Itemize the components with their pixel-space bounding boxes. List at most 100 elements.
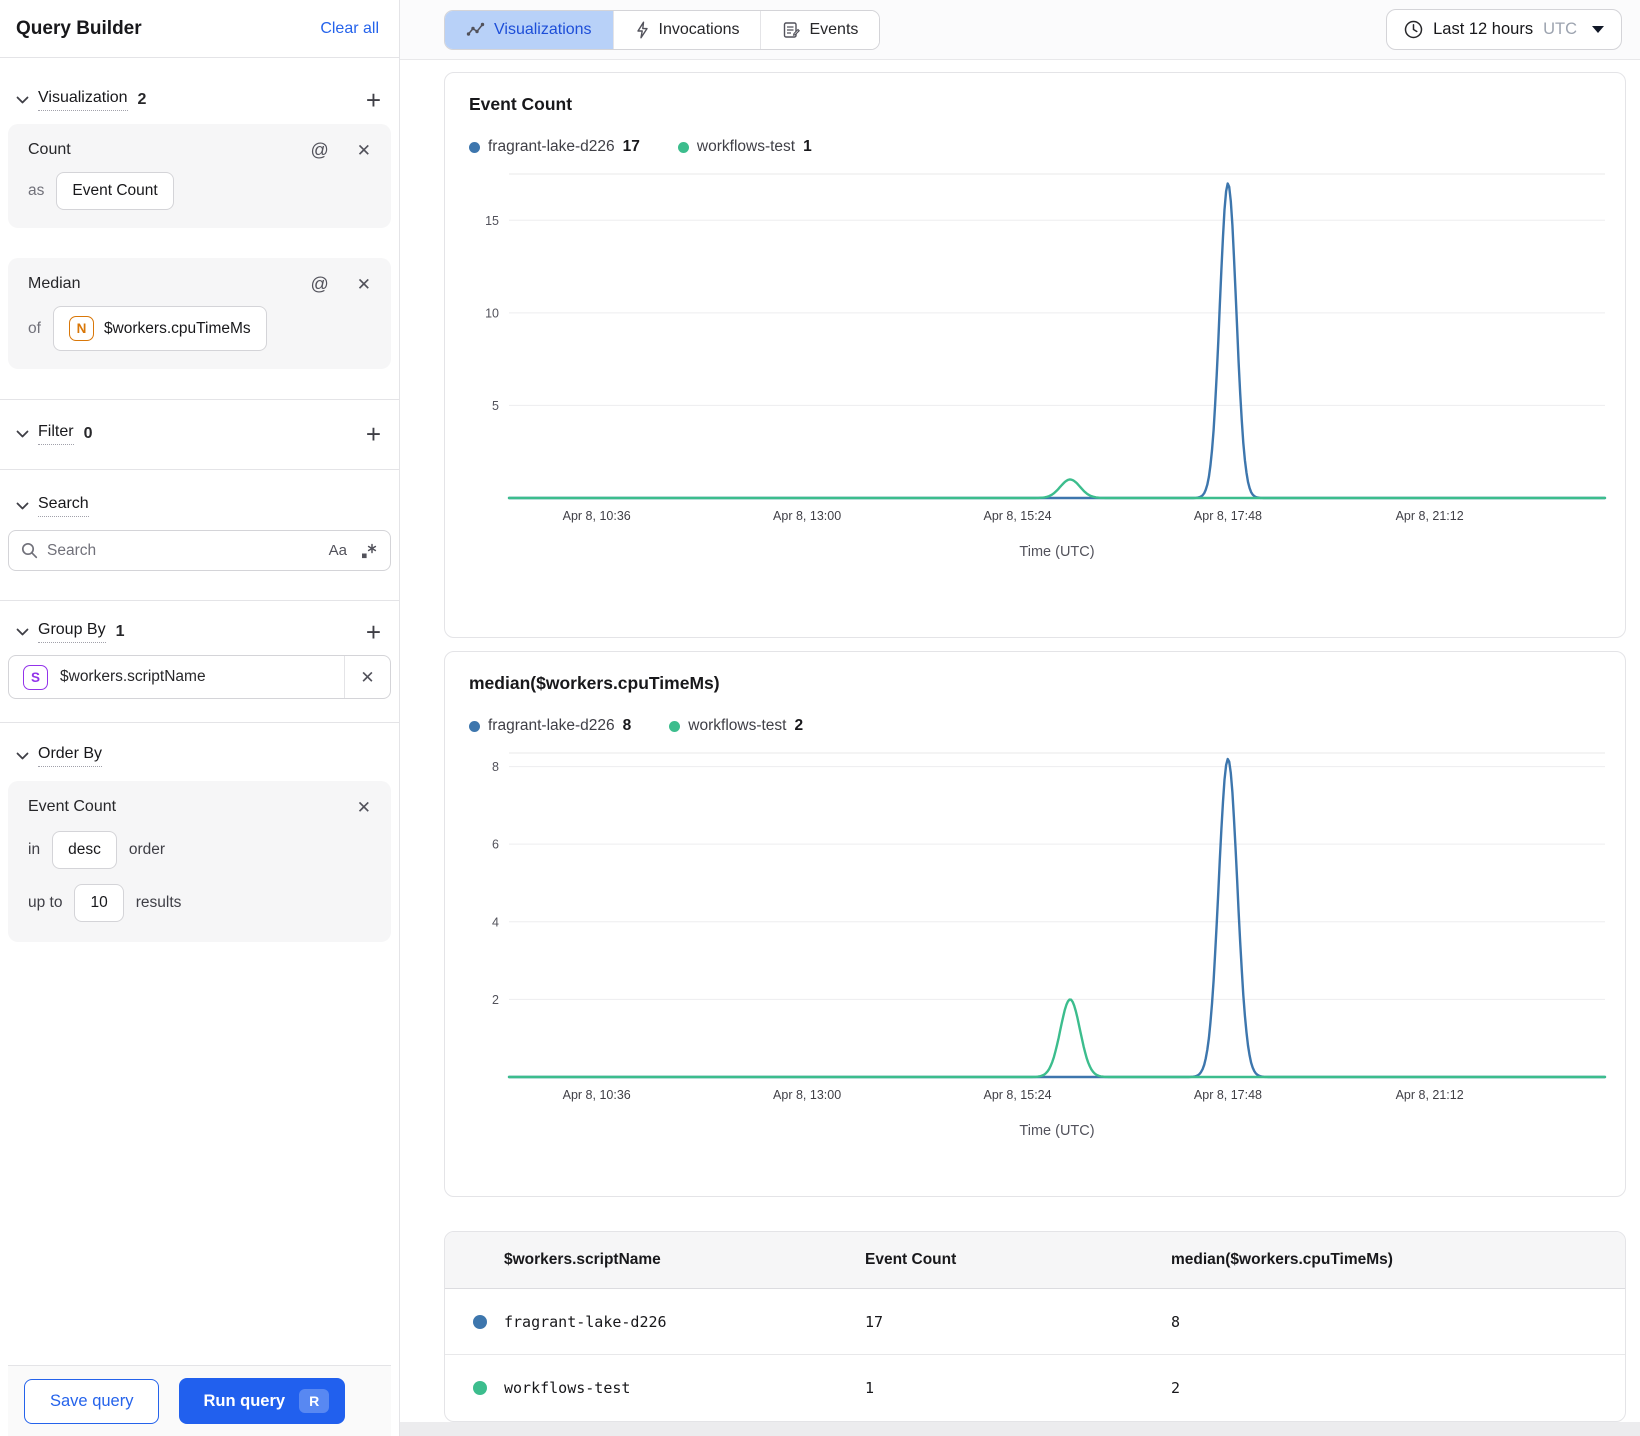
alias-field[interactable]: Event Count bbox=[56, 172, 174, 210]
group-by-item[interactable]: S $workers.scriptName ✕ bbox=[8, 655, 391, 699]
results-table: $workers.scriptName Event Count median($… bbox=[444, 1231, 1626, 1422]
chevron-down-icon[interactable] bbox=[13, 91, 31, 109]
event-count-chart: 5 10 15 Apr 8, 10:36 Apr 8, 13:00 Apr 8, 15:2… bbox=[485, 173, 1607, 560]
series-color-dot bbox=[473, 1314, 487, 1329]
svg-text:4: 4 bbox=[492, 915, 499, 929]
group-by-count: 1 bbox=[115, 623, 125, 640]
regex-toggle-icon[interactable] bbox=[360, 542, 378, 560]
filter-count: 0 bbox=[83, 425, 93, 442]
direction-selector[interactable]: desc bbox=[52, 831, 117, 869]
series-total: 17 bbox=[622, 138, 640, 155]
note-icon bbox=[782, 21, 801, 39]
median-cpu-chart-card: median($workers.cpuTimeMs) fragrant-lake… bbox=[444, 651, 1626, 1197]
table-row: fragrant-lake-d226 17 8 bbox=[445, 1289, 1625, 1355]
sidebar-header: Query Builder Clear all bbox=[0, 0, 399, 58]
series-color-dot bbox=[669, 720, 681, 732]
search-input[interactable] bbox=[47, 541, 320, 560]
chevron-down-icon[interactable] bbox=[13, 497, 31, 515]
visualization-section-label: Visualization bbox=[38, 89, 128, 111]
case-sensitive-toggle[interactable]: Aa bbox=[329, 542, 347, 559]
group-by-field: $workers.scriptName bbox=[60, 668, 206, 685]
time-range-selector[interactable]: Last 12 hours UTC bbox=[1386, 9, 1622, 50]
series-total: 1 bbox=[803, 138, 812, 155]
clock-icon bbox=[1404, 20, 1423, 39]
main-header: Visualizations Invocations Events Last 1… bbox=[400, 0, 1640, 60]
svg-text:Apr 8, 10:36: Apr 8, 10:36 bbox=[563, 1088, 631, 1102]
view-tabs: Visualizations Invocations Events bbox=[444, 9, 881, 50]
main-body: Event Count fragrant-lake-d226 17 workflow… bbox=[400, 60, 1640, 1436]
keyboard-shortcut-badge: R bbox=[299, 1389, 330, 1413]
svg-text:Apr 8, 10:36: Apr 8, 10:36 bbox=[563, 509, 631, 523]
series-name: workflows-test bbox=[696, 138, 796, 155]
order-by-card: Event Count ✕ in desc order up to 10 res… bbox=[8, 781, 391, 942]
string-type-icon: S bbox=[23, 664, 48, 690]
limit-input[interactable]: 10 bbox=[74, 884, 124, 922]
legend-item: fragrant-lake-d226 17 bbox=[469, 138, 640, 156]
add-visualization-button[interactable]: + bbox=[362, 87, 385, 113]
svg-text:Apr 8, 21:12: Apr 8, 21:12 bbox=[1396, 509, 1464, 523]
aggregation-name: Median bbox=[28, 275, 81, 292]
tab-visualizations[interactable]: Visualizations bbox=[445, 10, 613, 49]
run-query-button[interactable]: Run query R bbox=[179, 1378, 346, 1424]
chevron-down-icon[interactable] bbox=[13, 623, 31, 641]
filter-section-label: Filter bbox=[38, 423, 74, 445]
table-header-row: $workers.scriptName Event Count median($… bbox=[445, 1232, 1625, 1289]
median-cell: 8 bbox=[1171, 1312, 1181, 1331]
save-query-button[interactable]: Save query bbox=[24, 1378, 160, 1424]
svg-text:Apr 8, 13:00: Apr 8, 13:00 bbox=[773, 509, 841, 523]
svg-text:8: 8 bbox=[492, 760, 499, 774]
tab-invocations[interactable]: Invocations bbox=[612, 10, 761, 49]
mention-icon[interactable]: @ bbox=[310, 141, 328, 159]
series-total: 2 bbox=[794, 717, 804, 734]
visualization-count: 2 bbox=[137, 91, 147, 108]
svg-text:6: 6 bbox=[492, 838, 499, 852]
tab-label: Events bbox=[809, 20, 859, 38]
horizontal-scrollbar-track[interactable] bbox=[400, 1422, 1640, 1436]
svg-text:Apr 8, 17:48: Apr 8, 17:48 bbox=[1194, 1088, 1262, 1102]
line-chart-icon bbox=[466, 21, 485, 38]
add-group-by-button[interactable]: + bbox=[362, 619, 385, 645]
chevron-down-icon[interactable] bbox=[13, 425, 31, 443]
chevron-down-icon[interactable] bbox=[13, 747, 31, 765]
add-filter-button[interactable]: + bbox=[362, 421, 385, 447]
mention-icon[interactable]: @ bbox=[310, 275, 328, 293]
tab-events[interactable]: Events bbox=[760, 10, 880, 49]
number-type-icon: N bbox=[68, 316, 94, 341]
column-header: $workers.scriptName bbox=[504, 1251, 661, 1268]
series-name: fragrant-lake-d226 bbox=[488, 717, 615, 734]
close-icon[interactable]: ✕ bbox=[357, 276, 371, 293]
tab-label: Invocations bbox=[658, 20, 740, 38]
table-body: fragrant-lake-d226 17 8 workflows-test 1 2 bbox=[445, 1289, 1625, 1421]
limit-value: 10 bbox=[90, 894, 108, 911]
in-label: in bbox=[28, 841, 41, 858]
series-total: 8 bbox=[622, 717, 632, 734]
timezone-label: UTC bbox=[1543, 20, 1577, 38]
script-name-cell: workflows-test bbox=[504, 1379, 631, 1397]
chart-title: median($workers.cpuTimeMs) bbox=[469, 673, 720, 693]
close-icon: ✕ bbox=[360, 667, 375, 687]
order-label: order bbox=[128, 841, 166, 858]
search-box: Aa bbox=[8, 530, 391, 571]
median-cell: 2 bbox=[1171, 1379, 1181, 1397]
series-name: workflows-test bbox=[688, 717, 787, 734]
svg-text:15: 15 bbox=[485, 214, 499, 228]
sidebar-body: Visualization 2 + Count @ ✕ as Event Cou… bbox=[0, 58, 399, 1436]
clear-all-button[interactable]: Clear all bbox=[320, 20, 379, 38]
alias-value: Event Count bbox=[72, 182, 158, 199]
bolt-icon bbox=[635, 21, 650, 39]
connector-label: of bbox=[28, 319, 41, 337]
field-selector[interactable]: N $workers.cpuTimeMs bbox=[52, 306, 267, 351]
svg-text:Time (UTC): Time (UTC) bbox=[1019, 544, 1094, 560]
remove-group-by-button[interactable]: ✕ bbox=[344, 656, 390, 698]
time-range-label: Last 12 hours bbox=[1433, 20, 1534, 38]
series-color-dot bbox=[469, 141, 480, 153]
close-icon[interactable]: ✕ bbox=[357, 799, 371, 816]
group-by-section-label: Group By bbox=[38, 621, 106, 643]
column-header: Event Count bbox=[865, 1251, 957, 1268]
event-count-cell: 17 bbox=[865, 1312, 884, 1331]
up-to-label: up to bbox=[28, 894, 63, 911]
close-icon[interactable]: ✕ bbox=[357, 142, 371, 159]
legend-item: fragrant-lake-d226 8 bbox=[469, 717, 631, 735]
chart-title: Event Count bbox=[469, 94, 573, 114]
aggregation-name: Count bbox=[28, 141, 71, 158]
